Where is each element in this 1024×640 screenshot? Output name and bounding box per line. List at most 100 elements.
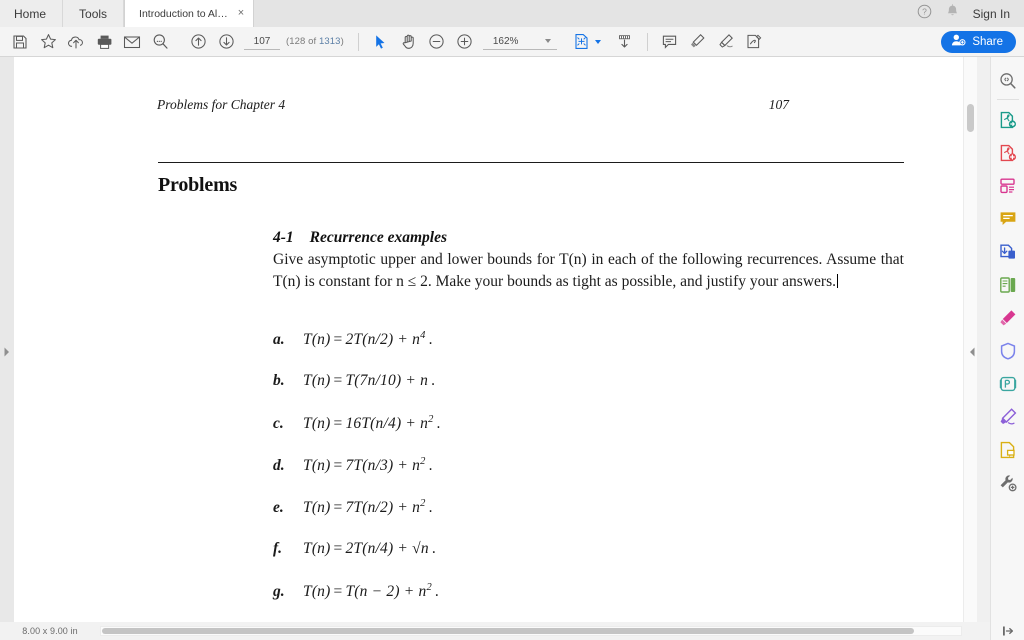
equation-rhs: 7T(n/2) + n: [345, 499, 421, 517]
share-label: Share: [972, 35, 1003, 48]
text-cursor: [836, 273, 838, 288]
document-scroll-area[interactable]: Problems for Chapter 4 107 Problems 4-1 R…: [14, 57, 963, 622]
equation-lhs: T(n): [303, 540, 331, 557]
arrow-up-circle-icon[interactable]: [184, 29, 212, 55]
arrow-down-circle-icon[interactable]: [212, 29, 240, 55]
hand-pan-icon[interactable]: [395, 29, 423, 55]
equation-rhs: 7T(n/3) + n: [345, 457, 421, 475]
tab-document[interactable]: Introduction to Al… ×: [124, 0, 255, 27]
tools-rail: [990, 57, 1024, 640]
equation-terminator: .: [434, 583, 439, 601]
equation-label: b.: [273, 372, 285, 389]
search-icon[interactable]: [146, 29, 174, 55]
equation-row: c. T(n) = 16T(n/4) + n2.: [273, 414, 913, 456]
horizontal-scrollbar-thumb[interactable]: [102, 628, 914, 634]
section-rule: [158, 162, 904, 163]
left-pane-expand-icon[interactable]: [2, 344, 12, 360]
share-button[interactable]: Share: [941, 30, 1016, 53]
tab-tools-label: Tools: [79, 6, 108, 21]
equation-expression: T(n) = 2T(n/2) + n4.: [303, 330, 436, 349]
scroll-mode-icon[interactable]: [611, 29, 639, 55]
tab-home-label: Home: [14, 6, 47, 21]
annotate-document-icon[interactable]: [993, 433, 1023, 466]
problem-title: 4-1 Recurrence examples: [273, 229, 447, 247]
email-envelope-icon[interactable]: [118, 29, 146, 55]
zoom-out-icon[interactable]: [423, 29, 451, 55]
equation-expression: T(n) = T(7n/10) + n.: [303, 372, 438, 390]
toolbar-separator-2: [646, 32, 648, 51]
tab-tools[interactable]: Tools: [63, 0, 125, 27]
zoom-in-icon[interactable]: [451, 29, 479, 55]
tab-bar: Home Tools Introduction to Al… × ? Sign …: [0, 0, 1024, 28]
equation-row: f. T(n) = 2T(n/4) + √n.: [273, 540, 913, 582]
expand-panel-icon[interactable]: [990, 622, 1024, 640]
equation-lhs: T(n): [303, 499, 331, 517]
equation-lhs: T(n): [303, 583, 331, 601]
horizontal-scrollbar[interactable]: [100, 626, 962, 636]
page-fit-icon[interactable]: [571, 29, 593, 55]
equation-exponent: 2: [420, 498, 426, 509]
vertical-scrollbar[interactable]: [963, 57, 977, 622]
section-heading: Problems: [158, 174, 238, 196]
help-circle-icon[interactable]: ?: [917, 4, 932, 24]
equation-lhs: T(n): [303, 372, 331, 389]
protect-icon[interactable]: [993, 334, 1023, 367]
upload-cloud-icon[interactable]: [62, 29, 90, 55]
vertical-scrollbar-thumb[interactable]: [967, 104, 974, 132]
tab-home[interactable]: Home: [0, 0, 64, 27]
main-area: Problems for Chapter 4 107 Problems 4-1 R…: [0, 57, 1024, 640]
left-navigation-gutter: [0, 57, 15, 622]
more-tools-wrench-icon[interactable]: [993, 466, 1023, 499]
equation-relation: =: [333, 499, 343, 517]
organize-pages-icon[interactable]: [993, 268, 1023, 301]
equation-terminator: .: [428, 331, 433, 349]
edit-pdf-icon[interactable]: [993, 169, 1023, 202]
svg-text:?: ?: [922, 6, 927, 16]
equation-expression: T(n) = 7T(n/3) + n2.: [303, 456, 436, 475]
pdf-page: Problems for Chapter 4 107 Problems 4-1 R…: [14, 57, 963, 622]
comment-tool-icon[interactable]: [993, 202, 1023, 235]
highlight-marker-icon[interactable]: [684, 29, 712, 55]
cursor-select-icon[interactable]: [367, 29, 395, 55]
fill-and-sign-icon[interactable]: [993, 400, 1023, 433]
share-person-icon: [951, 33, 966, 50]
bell-icon[interactable]: [946, 3, 959, 24]
toolbar-separator-1: [357, 32, 359, 51]
print-icon[interactable]: [90, 29, 118, 55]
equation-label: g.: [273, 583, 285, 601]
sign-in-button[interactable]: Sign In: [973, 7, 1010, 21]
zoom-level-selector[interactable]: 162%: [482, 33, 557, 50]
equation-relation: =: [333, 583, 343, 601]
page-count-suffix: ): [340, 36, 344, 47]
equation-terminator: .: [428, 499, 433, 517]
chevron-down-icon-page-fit[interactable]: [594, 39, 601, 44]
equation-exponent: 2: [428, 414, 434, 425]
equation-relation: =: [333, 457, 343, 475]
problem-title-text: Recurrence examples: [309, 229, 447, 246]
close-icon[interactable]: ×: [238, 8, 244, 19]
page-number-input[interactable]: [244, 33, 280, 50]
chevron-down-icon[interactable]: [544, 39, 551, 43]
equation-rhs: T(n − 2) + n: [345, 583, 427, 601]
equation-exponent: 2: [420, 456, 426, 467]
rail-separator: [996, 99, 1019, 100]
page-count-total: 1313: [319, 36, 341, 47]
export-pdf-icon[interactable]: [993, 103, 1023, 136]
highlight-tool-icon[interactable]: [993, 301, 1023, 334]
equation-label: d.: [273, 457, 285, 475]
search-document-icon[interactable]: [993, 64, 1023, 97]
equation-label: a.: [273, 331, 285, 349]
combine-files-icon[interactable]: [993, 235, 1023, 268]
comment-icon[interactable]: [656, 29, 684, 55]
stamp-icon[interactable]: [993, 367, 1023, 400]
save-floppy-icon[interactable]: [6, 29, 34, 55]
equation-lhs: T(n): [303, 457, 331, 475]
star-icon[interactable]: [34, 29, 62, 55]
collapse-panel-icon[interactable]: [967, 344, 976, 360]
page-size-label: 8.00 x 9.00 in: [22, 626, 78, 636]
sign-stamp-icon[interactable]: [740, 29, 768, 55]
equation-rhs: 2T(n/2) + n: [345, 331, 421, 349]
equation-expression: T(n) = T(n − 2) + n2.: [303, 582, 442, 601]
draw-pen-icon[interactable]: [712, 29, 740, 55]
create-pdf-icon[interactable]: [993, 136, 1023, 169]
